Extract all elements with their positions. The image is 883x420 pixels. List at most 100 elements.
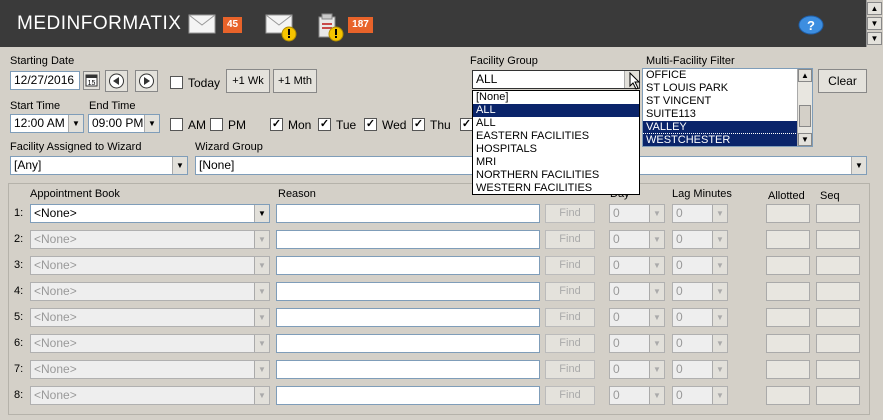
appointment-book-select[interactable]: <None> ▼ (30, 360, 270, 379)
plus-week-button[interactable]: +1 Wk (226, 69, 270, 93)
chevron-down-icon[interactable]: ▼ (712, 231, 727, 248)
end-time-select[interactable]: 09:00 PM ▼ (88, 114, 160, 133)
lag-minutes-select[interactable]: 0 ▼ (672, 204, 728, 223)
reason-input[interactable] (276, 308, 540, 327)
list-item[interactable]: ST LOUIS PARK (643, 82, 812, 95)
chevron-down-icon[interactable]: ▼ (649, 257, 664, 274)
chevron-down-icon[interactable]: ▼ (254, 231, 269, 248)
reason-input[interactable] (276, 334, 540, 353)
chevron-down-icon[interactable]: ▼ (649, 361, 664, 378)
day-select[interactable]: 0 ▼ (609, 282, 665, 301)
find-button[interactable]: Find (545, 230, 595, 249)
chevron-down-icon[interactable]: ▼ (712, 257, 727, 274)
day-select[interactable]: 0 ▼ (609, 334, 665, 353)
find-button[interactable]: Find (545, 204, 595, 223)
help-icon[interactable]: ? (798, 15, 824, 38)
appointment-book-select[interactable]: <None> ▼ (30, 386, 270, 405)
reason-input[interactable] (276, 386, 540, 405)
find-button[interactable]: Find (545, 256, 595, 275)
scroll-down-icon[interactable]: ▼ (867, 32, 882, 45)
next-date-button[interactable] (135, 70, 158, 92)
chevron-down-icon[interactable]: ▼ (712, 283, 727, 300)
prev-date-button[interactable] (105, 70, 128, 92)
reason-input[interactable] (276, 256, 540, 275)
chevron-down-icon[interactable]: ▼ (649, 309, 664, 326)
scroll-up-icon[interactable]: ▲ (798, 69, 812, 82)
window-scrollbar[interactable]: ▲ ▼ ▼ (866, 0, 883, 47)
reason-input[interactable] (276, 204, 540, 223)
lag-minutes-select[interactable]: 0 ▼ (672, 230, 728, 249)
chevron-down-icon[interactable]: ▼ (254, 335, 269, 352)
dropdown-option[interactable]: NORTHERN FACILITIES (473, 169, 639, 182)
lag-minutes-select[interactable]: 0 ▼ (672, 256, 728, 275)
day-select[interactable]: 0 ▼ (609, 360, 665, 379)
appointment-book-select[interactable]: <None> ▼ (30, 282, 270, 301)
lag-minutes-select[interactable]: 0 ▼ (672, 334, 728, 353)
facility-group-dropdown[interactable]: [None] ALL ALL EASTERN FACILITIES HOSPIT… (472, 90, 640, 195)
pm-checkbox[interactable] (210, 118, 223, 131)
chevron-down-icon[interactable]: ▼ (172, 157, 187, 174)
appointment-book-select[interactable]: <None> ▼ (30, 256, 270, 275)
chevron-down-icon[interactable]: ▼ (254, 283, 269, 300)
chevron-down-icon[interactable]: ▼ (649, 335, 664, 352)
chevron-down-icon[interactable]: ▼ (254, 361, 269, 378)
list-item[interactable]: WESTCHESTER (643, 134, 812, 146)
chevron-down-icon[interactable]: ▼ (254, 387, 269, 404)
mon-checkbox[interactable]: ✓ (270, 118, 283, 131)
lag-minutes-select[interactable]: 0 ▼ (672, 282, 728, 301)
dropdown-option[interactable]: [None] (473, 91, 639, 104)
plus-month-button[interactable]: +1 Mth (273, 69, 317, 93)
thu-checkbox[interactable]: ✓ (412, 118, 425, 131)
facility-group-select[interactable]: ALL ▼ (472, 70, 640, 89)
find-button[interactable]: Find (545, 334, 595, 353)
find-button[interactable]: Find (545, 386, 595, 405)
scroll-down-icon[interactable]: ▼ (867, 17, 882, 30)
chevron-down-icon[interactable]: ▼ (649, 283, 664, 300)
day-select[interactable]: 0 ▼ (609, 308, 665, 327)
chevron-down-icon[interactable]: ▼ (712, 309, 727, 326)
appointment-book-select[interactable]: <None> ▼ (30, 230, 270, 249)
scroll-up-icon[interactable]: ▲ (867, 2, 882, 15)
chevron-down-icon[interactable]: ▼ (649, 231, 664, 248)
chevron-down-icon[interactable]: ▼ (254, 309, 269, 326)
reason-input[interactable] (276, 230, 540, 249)
chevron-down-icon[interactable]: ▼ (254, 257, 269, 274)
chevron-down-icon[interactable]: ▼ (712, 335, 727, 352)
list-item[interactable]: SUITE113 (643, 108, 812, 121)
today-checkbox[interactable] (170, 76, 183, 89)
day-select[interactable]: 0 ▼ (609, 230, 665, 249)
wed-checkbox[interactable]: ✓ (364, 118, 377, 131)
chevron-down-icon[interactable]: ▼ (712, 205, 727, 222)
list-item[interactable]: ST VINCENT (643, 95, 812, 108)
list-item[interactable]: OFFICE (643, 69, 812, 82)
scroll-thumb[interactable] (799, 105, 811, 127)
tue-checkbox[interactable]: ✓ (318, 118, 331, 131)
list-item[interactable]: VALLEY (643, 121, 812, 134)
find-button[interactable]: Find (545, 282, 595, 301)
find-button[interactable]: Find (545, 360, 595, 379)
task-alert-icon[interactable] (316, 13, 346, 46)
listbox-scrollbar[interactable]: ▲ ▼ (797, 69, 812, 146)
lag-minutes-select[interactable]: 0 ▼ (672, 308, 728, 327)
find-button[interactable]: Find (545, 308, 595, 327)
mail-icon[interactable] (188, 14, 216, 37)
starting-date-input[interactable]: 12/27/2016 (10, 71, 80, 90)
appointment-book-select[interactable]: <None> ▼ (30, 204, 270, 223)
chevron-down-icon[interactable]: ▼ (254, 205, 269, 222)
appointment-book-select[interactable]: <None> ▼ (30, 334, 270, 353)
day-select[interactable]: 0 ▼ (609, 386, 665, 405)
reason-input[interactable] (276, 360, 540, 379)
chevron-down-icon[interactable]: ▼ (712, 387, 727, 404)
lag-minutes-select[interactable]: 0 ▼ (672, 386, 728, 405)
reason-input[interactable] (276, 282, 540, 301)
clear-button[interactable]: Clear (818, 69, 867, 93)
chevron-down-icon[interactable]: ▼ (649, 387, 664, 404)
chevron-down-icon[interactable]: ▼ (712, 361, 727, 378)
am-checkbox[interactable] (170, 118, 183, 131)
lag-minutes-select[interactable]: 0 ▼ (672, 360, 728, 379)
chevron-down-icon[interactable]: ▼ (649, 205, 664, 222)
chevron-down-icon[interactable]: ▼ (68, 115, 83, 132)
start-time-select[interactable]: 12:00 AM ▼ (10, 114, 84, 133)
day-select[interactable]: 0 ▼ (609, 256, 665, 275)
chevron-down-icon[interactable]: ▼ (144, 115, 159, 132)
